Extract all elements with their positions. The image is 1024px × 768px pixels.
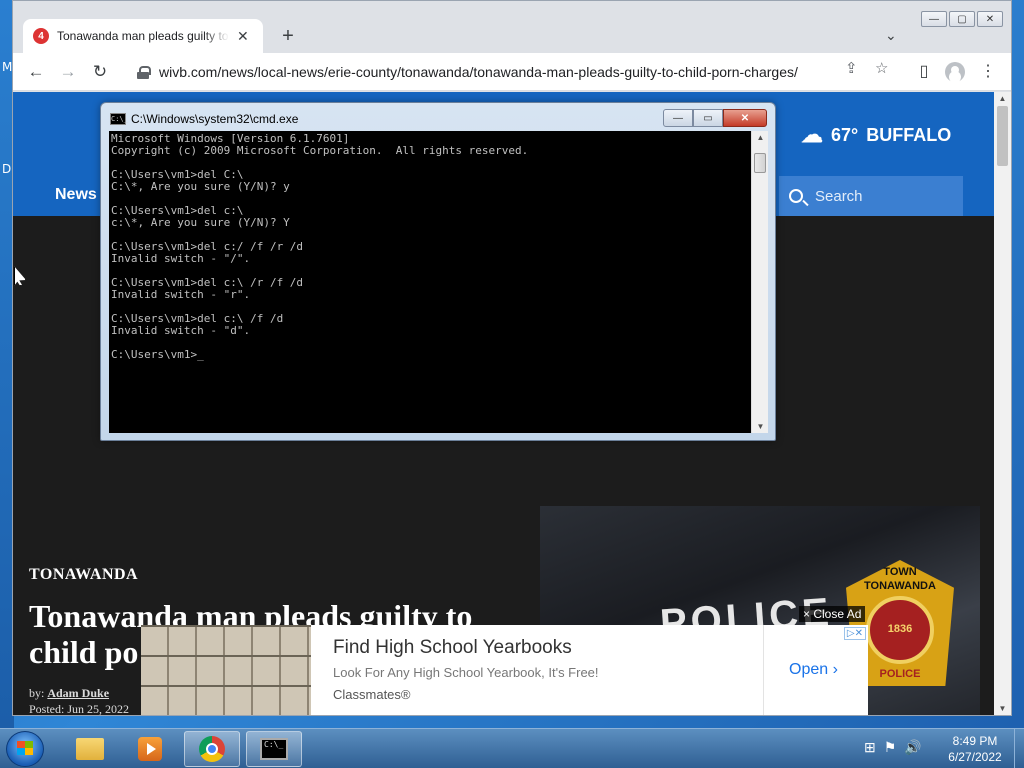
media-player-icon xyxy=(138,737,162,761)
show-desktop-button[interactable] xyxy=(1014,729,1024,768)
cmd-icon: C:\_ xyxy=(260,738,288,760)
ad-choices-icon[interactable]: ▷✕ xyxy=(843,627,866,640)
forward-button[interactable]: → xyxy=(57,61,79,83)
ad-yearbook-photos xyxy=(141,625,311,715)
browser-menu-icon[interactable]: ⋮ xyxy=(977,61,999,81)
profile-icon xyxy=(945,62,965,82)
minimize-button[interactable]: — xyxy=(921,11,947,27)
cmd-line: C:\*, Are you sure (Y/N)? y xyxy=(111,180,290,193)
weather-temp: 67° xyxy=(831,124,859,145)
tab-article[interactable]: 4 Tonawanda man pleads guilty to child p… xyxy=(23,19,263,53)
back-button[interactable]: ← xyxy=(25,61,47,83)
cmd-title: C:\Windows\system32\cmd.exe xyxy=(131,112,299,126)
sun-cloud-icon: ☁ xyxy=(801,122,823,147)
posted-date: Posted: Jun 25, 2022 xyxy=(29,702,130,715)
folder-icon xyxy=(76,738,104,760)
cmd-line: Invalid switch - "d". xyxy=(111,324,251,337)
taskbar-media-player-button[interactable] xyxy=(122,731,178,767)
section-tag[interactable]: TONAWANDA xyxy=(29,566,138,584)
cmd-scrollbar[interactable]: ▲ ▼ xyxy=(751,131,768,433)
weather-city: BUFFALO xyxy=(866,124,952,145)
ad-brand: Classmates® xyxy=(333,687,411,702)
site-search-box[interactable]: Search xyxy=(779,176,963,216)
scroll-down-arrow-icon[interactable]: ▼ xyxy=(994,704,1011,713)
cmd-close-button[interactable]: ✕ xyxy=(723,109,767,127)
badge-top-text: TOWN xyxy=(883,566,917,578)
ad-open-button[interactable]: Open › xyxy=(789,661,838,679)
desktop-icon-label[interactable]: D xyxy=(2,162,11,176)
scroll-thumb[interactable] xyxy=(997,106,1008,166)
action-center-flag-icon[interactable]: ⚑ xyxy=(884,739,897,756)
byline: by: Adam Duke xyxy=(29,686,109,701)
tab-search-button[interactable]: ⌄ xyxy=(885,27,897,44)
ad-open-label: Open xyxy=(789,661,829,678)
taskbar: C:\_ ⊞ ⚑ 🔊 8:49 PM 6/27/2022 xyxy=(0,728,1024,768)
cmd-window-icon: C:\_ xyxy=(110,113,128,125)
cmd-line: c:\*, Are you sure (Y/N)? Y xyxy=(111,216,290,229)
cmd-console[interactable]: Microsoft Windows [Version 6.1.7601] Copy… xyxy=(109,131,751,433)
lock-icon[interactable] xyxy=(137,65,151,79)
byline-prefix: by: xyxy=(29,686,45,700)
taskbar-cmd-button[interactable]: C:\_ xyxy=(246,731,302,767)
window-controls: — ▢ ✕ xyxy=(921,11,1003,27)
cmd-window-controls: — ▭ ✕ xyxy=(663,109,767,127)
chrome-icon xyxy=(199,736,225,762)
cmd-output: Microsoft Windows [Version 6.1.7601] Copy… xyxy=(111,133,528,361)
cmd-titlebar[interactable]: C:\_ C:\Windows\system32\cmd.exe — ▭ ✕ xyxy=(101,103,775,131)
reload-button[interactable]: ↻ xyxy=(89,61,111,83)
windows-logo-icon xyxy=(17,741,33,755)
tab-title: Tonawanda man pleads guilty to child por… xyxy=(57,29,229,43)
site-favicon-icon: 4 xyxy=(33,28,49,44)
close-ad-button[interactable]: × Close Ad xyxy=(799,606,866,622)
close-window-button[interactable]: ✕ xyxy=(977,11,1003,27)
cmd-window: C:\_ C:\Windows\system32\cmd.exe — ▭ ✕ M… xyxy=(100,102,776,441)
network-icon[interactable]: ⊞ xyxy=(864,739,876,756)
taskbar-clock[interactable]: 8:49 PM 6/27/2022 xyxy=(940,733,1010,765)
maximize-button[interactable]: ▢ xyxy=(949,11,975,27)
bookmark-star-icon[interactable]: ☆ xyxy=(875,59,888,77)
clock-time: 8:49 PM xyxy=(952,734,998,748)
volume-icon[interactable]: 🔊 xyxy=(904,739,921,756)
new-tab-button[interactable]: + xyxy=(275,23,301,49)
ad-divider xyxy=(763,625,764,715)
url-text[interactable]: wivb.com/news/local-news/erie-county/ton… xyxy=(159,64,829,80)
browser-toolbar: ← → ↻ wivb.com/news/local-news/erie-coun… xyxy=(13,53,1011,91)
desktop-icon-label[interactable]: M xyxy=(2,60,12,74)
ad-title[interactable]: Find High School Yearbooks xyxy=(333,637,572,659)
profile-avatar[interactable] xyxy=(945,62,967,82)
cmd-maximize-button[interactable]: ▭ xyxy=(693,109,723,127)
cmd-scroll-thumb[interactable] xyxy=(754,153,766,173)
cmd-minimize-button[interactable]: — xyxy=(663,109,693,127)
cmd-line: Invalid switch - "/". xyxy=(111,252,251,265)
tab-strip: 4 Tonawanda man pleads guilty to child p… xyxy=(13,1,1011,53)
scroll-up-arrow-icon[interactable]: ▲ xyxy=(994,94,1011,103)
cmd-line: C:\Users\vm1>_ xyxy=(111,348,204,361)
system-tray: ⊞ ⚑ 🔊 xyxy=(864,739,922,756)
badge-name-text: TONAWANDA xyxy=(864,580,936,592)
page-scrollbar[interactable]: ▲ ▼ xyxy=(994,92,1011,715)
author-link[interactable]: Adam Duke xyxy=(47,686,109,700)
nav-news-link[interactable]: News xyxy=(55,186,97,204)
weather-widget[interactable]: ☁ 67° BUFFALO xyxy=(801,122,951,148)
taskbar-chrome-button[interactable] xyxy=(184,731,240,767)
clock-date: 6/27/2022 xyxy=(948,750,1002,764)
cmd-scroll-up-icon[interactable]: ▲ xyxy=(752,133,769,142)
tab-close-icon[interactable]: ✕ xyxy=(237,28,249,45)
address-bar[interactable]: wivb.com/news/local-news/erie-county/ton… xyxy=(127,58,903,86)
search-placeholder: Search xyxy=(815,187,863,205)
share-icon[interactable]: ⇪ xyxy=(845,59,858,77)
cmd-line: Copyright (c) 2009 Microsoft Corporation… xyxy=(111,144,529,157)
search-icon xyxy=(789,189,803,203)
taskbar-explorer-button[interactable] xyxy=(62,731,118,767)
cmd-line: Invalid switch - "r". xyxy=(111,288,251,301)
ad-subtitle: Look For Any High School Yearbook, It's … xyxy=(333,665,599,680)
side-panel-icon[interactable]: ▯ xyxy=(913,61,935,81)
cmd-scroll-down-icon[interactable]: ▼ xyxy=(752,422,769,431)
chevron-right-icon: › xyxy=(832,661,838,678)
ad-banner[interactable]: Find High School Yearbooks Look For Any … xyxy=(141,625,868,715)
